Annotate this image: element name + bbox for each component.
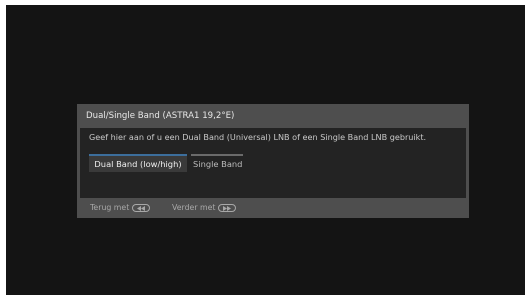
tv-screen: Dual/Single Band (ASTRA1 19,2°E) Geef hi… [6, 5, 525, 295]
option-dual-band[interactable]: Dual Band (low/high) [89, 154, 187, 172]
dialog-footer: Terug met Verder met [77, 200, 469, 216]
rewind-key-icon [132, 204, 151, 212]
dialog-body: Geef hier aan of u een Dual Band (Univer… [80, 128, 466, 198]
next-hint[interactable]: Verder met [172, 202, 237, 214]
next-label: Verder met [172, 203, 216, 212]
back-hint[interactable]: Terug met [90, 202, 151, 214]
fast-forward-key-icon [218, 204, 237, 212]
lnb-band-dialog: Dual/Single Band (ASTRA1 19,2°E) Geef hi… [77, 104, 469, 218]
back-label: Terug met [90, 203, 130, 212]
dialog-prompt: Geef hier aan of u een Dual Band (Univer… [89, 132, 427, 142]
dialog-title: Dual/Single Band (ASTRA1 19,2°E) [86, 111, 235, 121]
option-single-band[interactable]: Single Band [191, 154, 243, 172]
tv-frame: Dual/Single Band (ASTRA1 19,2°E) Geef hi… [0, 0, 531, 301]
